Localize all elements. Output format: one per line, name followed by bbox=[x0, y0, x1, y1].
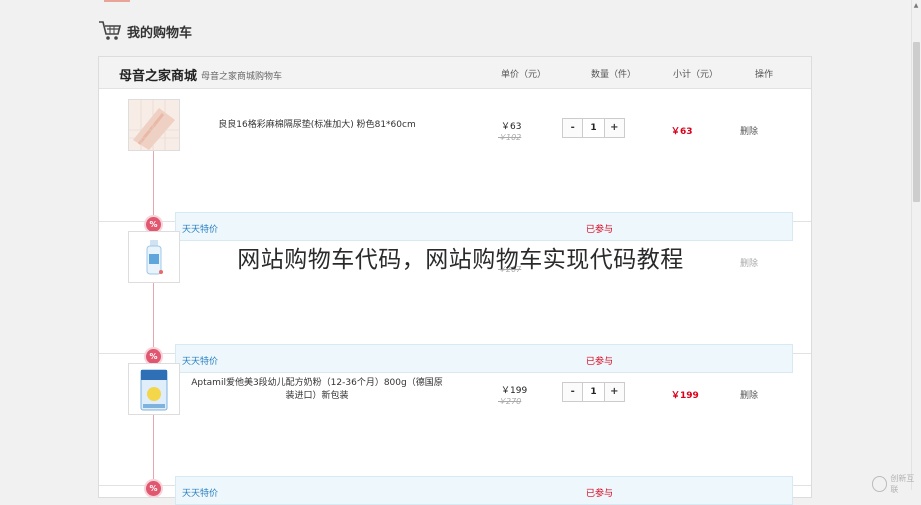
quantity-stepper: - 1 + bbox=[562, 118, 625, 138]
promotion-bar: 天天特价 已参与 bbox=[175, 476, 793, 505]
column-header-price: 单价（元） bbox=[501, 70, 547, 80]
column-header-qty: 数量（件） bbox=[591, 70, 637, 80]
unit-price: ￥199 bbox=[501, 386, 528, 396]
column-header-operation: 操作 bbox=[755, 70, 774, 80]
promotion-status: 已参与 bbox=[586, 489, 614, 499]
product-name[interactable]: 良良16格彩麻棉隔尿垫(标准加大) 粉色81*60cm bbox=[187, 119, 447, 132]
column-header-subtotal: 小计（元） bbox=[673, 70, 719, 80]
original-price: ￥102 bbox=[498, 133, 522, 142]
promotion-name[interactable]: 天天特价 bbox=[182, 486, 218, 499]
discount-badge-icon: % bbox=[146, 481, 161, 496]
scrollbar-thumb[interactable] bbox=[913, 42, 920, 202]
unit-price: ￥63 bbox=[501, 122, 522, 132]
shopping-cart-icon bbox=[99, 21, 122, 40]
promo-connector-line bbox=[153, 415, 154, 485]
delete-button[interactable]: 删除 bbox=[740, 124, 758, 137]
increase-qty-button[interactable]: + bbox=[603, 383, 624, 401]
product-thumbnail[interactable] bbox=[128, 363, 180, 415]
page-title: 我的购物车 bbox=[127, 25, 193, 41]
original-price: ￥270 bbox=[498, 397, 522, 406]
decrease-qty-button[interactable]: - bbox=[563, 383, 584, 401]
overlay-caption: 网站购物车代码，网站购物车实现代码教程 bbox=[237, 247, 684, 273]
cart-item-row: Aptamil爱他美3段幼儿配方奶粉（12-36个月）800g（德国原装进口）新… bbox=[99, 353, 811, 505]
top-accent-line bbox=[104, 0, 130, 2]
increase-qty-button[interactable]: + bbox=[603, 119, 624, 137]
cart-panel: 母音之家商城 母音之家商城购物车 单价（元） 数量（件） 小计（元） 操作 良良… bbox=[98, 56, 812, 505]
watermark-text: 创新互联 bbox=[890, 474, 915, 494]
delete-button[interactable]: 删除 bbox=[740, 388, 758, 401]
quantity-value[interactable]: 1 bbox=[583, 119, 603, 137]
item-subtotal: ￥199 bbox=[671, 391, 699, 401]
cart-table-header: 母音之家商城 母音之家商城购物车 单价（元） 数量（件） 小计（元） 操作 bbox=[99, 57, 811, 89]
promo-connector-line bbox=[153, 151, 154, 221]
promo-connector-line bbox=[153, 283, 154, 353]
quantity-value[interactable]: 1 bbox=[583, 383, 603, 401]
shop-subtitle: 母音之家商城购物车 bbox=[201, 72, 283, 82]
vertical-scrollbar[interactable]: ▲ bbox=[911, 0, 921, 490]
product-name[interactable]: Aptamil爱他美3段幼儿配方奶粉（12-36个月）800g（德国原装进口）新… bbox=[187, 377, 447, 403]
decrease-qty-button[interactable]: - bbox=[563, 119, 584, 137]
scroll-up-arrow-icon[interactable]: ▲ bbox=[912, 0, 920, 12]
shop-name[interactable]: 母音之家商城 bbox=[119, 65, 197, 84]
page-header: 我的购物车 bbox=[98, 20, 192, 42]
item-subtotal: ￥63 bbox=[671, 127, 693, 137]
watermark: 创新互联 bbox=[872, 473, 921, 495]
product-thumbnail[interactable] bbox=[128, 99, 180, 151]
cart-item-row: 良良16格彩麻棉隔尿垫(标准加大) 粉色81*60cm ￥63 ￥102 - 1… bbox=[99, 89, 811, 241]
quantity-stepper: - 1 + bbox=[562, 382, 625, 402]
